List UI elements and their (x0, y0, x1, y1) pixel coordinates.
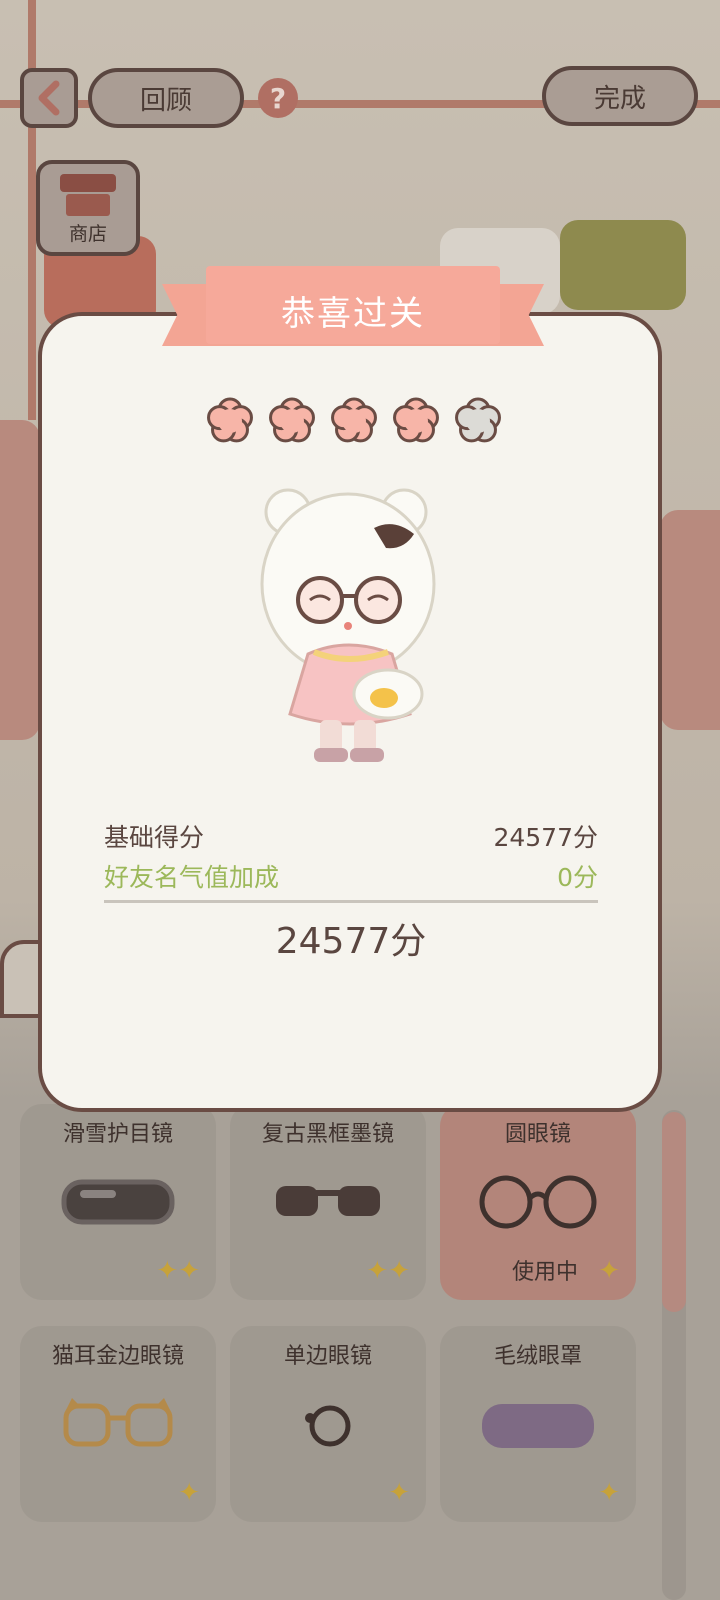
item-name: 单边眼镜 (283, 1344, 372, 1369)
round-glasses-icon (479, 1175, 597, 1229)
star-filled-icon (269, 397, 315, 443)
chevron-left-icon (38, 80, 60, 116)
bonus-score-value: 0分 (557, 863, 598, 892)
shop-label: 商店 (68, 223, 107, 245)
in-use-label: 使用中 (511, 1260, 578, 1285)
help-icon[interactable]: ? (258, 78, 298, 118)
done-button[interactable]: 完成 (542, 66, 698, 126)
right-clothes-decor (660, 510, 720, 730)
review-button[interactable]: 回顾 (88, 68, 244, 128)
star-filled-icon (393, 397, 439, 443)
plush-eye-mask-icon (482, 1404, 594, 1448)
item-card-plush-eye-mask[interactable]: 毛绒眼罩 ✦ (440, 1326, 636, 1522)
item-card-black-sunglasses[interactable]: 复古黑框墨镜 ✦✦ (230, 1104, 426, 1300)
bonus-score-label: 好友名气值加成 (104, 863, 280, 892)
dialog-title: 恭喜过关 (281, 294, 425, 334)
score-divider (104, 900, 598, 903)
ski-goggles-icon (61, 1179, 175, 1225)
item-card-ski-goggles[interactable]: 滑雪护目镜 ✦✦ (20, 1104, 216, 1300)
monocle-icon (305, 1405, 351, 1447)
star-filled-icon (331, 397, 377, 443)
star-rating (204, 394, 504, 450)
item-card-cat-ear-glasses[interactable]: 猫耳金边眼镜 ✦ (20, 1326, 216, 1522)
item-name: 复古黑框墨镜 (261, 1122, 394, 1147)
base-score-label: 基础得分 (104, 823, 205, 852)
cat-ear-glasses-icon (63, 1398, 173, 1447)
bonus-score-row: 好友名气值加成 0分 (104, 858, 598, 894)
star-empty-icon (455, 397, 501, 443)
base-score-row: 基础得分 24577分 (104, 818, 598, 854)
title-ribbon: 恭喜过关 (162, 266, 544, 358)
item-name: 猫耳金边眼镜 (51, 1344, 184, 1369)
wardrobe-post (28, 0, 36, 420)
total-score: 24577分 (275, 921, 427, 962)
star-icon: ✦ (388, 1478, 410, 1508)
star-filled-icon (207, 397, 253, 443)
item-card-round-glasses[interactable]: 圆眼镜 使用中 ✦ (440, 1104, 636, 1300)
black-sunglasses-icon (276, 1186, 380, 1216)
star-icon: ✦ (598, 1256, 620, 1286)
shop-button[interactable]: 商店 (36, 160, 140, 256)
character-illustration (260, 488, 436, 762)
item-name: 圆眼镜 (504, 1122, 571, 1147)
item-card-monocle[interactable]: 单边眼镜 ✦ (230, 1326, 426, 1522)
star-icon: ✦✦ (156, 1256, 200, 1286)
left-clothes-decor (0, 420, 40, 740)
item-name: 毛绒眼罩 (493, 1344, 582, 1369)
item-name: 滑雪护目镜 (62, 1122, 173, 1147)
shop-awning-icon (60, 174, 116, 192)
star-icon: ✦ (178, 1478, 200, 1508)
back-button[interactable] (20, 68, 78, 128)
green-shirt-decor (560, 220, 686, 310)
shop-box-icon (66, 194, 110, 216)
star-icon: ✦✦ (366, 1256, 410, 1286)
scrollbar-thumb[interactable] (662, 1112, 686, 1312)
star-icon: ✦ (598, 1478, 620, 1508)
base-score-value: 24577分 (493, 823, 598, 852)
